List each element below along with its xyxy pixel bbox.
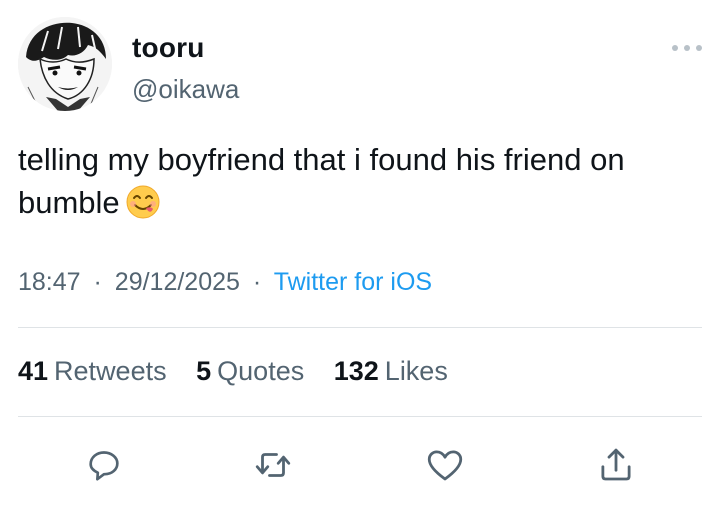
likes-stat[interactable]: 132 Likes — [334, 356, 448, 387]
quotes-label: Quotes — [217, 356, 305, 386]
tweet-source-link[interactable]: Twitter for iOS — [274, 268, 432, 296]
separator: · — [252, 268, 262, 296]
tweet-stats: 41 Retweets 5 Quotes 132 Likes — [18, 356, 470, 387]
tweet-card: tooru @oikawa telling my boyfriend that … — [0, 0, 720, 510]
avatar[interactable] — [18, 17, 112, 111]
like-button[interactable] — [420, 440, 470, 490]
tweet-date[interactable]: 29/12/2025 — [115, 268, 240, 296]
retweet-button[interactable] — [248, 440, 298, 490]
quotes-count: 5 — [196, 356, 212, 386]
author-name[interactable]: tooru — [132, 32, 205, 64]
reply-icon — [89, 451, 119, 481]
tweet-text: telling my boyfriend that i found his fr… — [18, 138, 708, 230]
action-bar — [0, 440, 720, 490]
more-horizontal-icon — [672, 45, 678, 51]
separator: · — [93, 268, 102, 296]
author-handle[interactable]: @oikawa — [132, 74, 239, 105]
likes-label: Likes — [384, 356, 448, 386]
retweets-label: Retweets — [54, 356, 167, 386]
tweet-text-content: telling my boyfriend that i found his fr… — [18, 142, 625, 220]
quotes-stat[interactable]: 5 Quotes — [196, 356, 304, 387]
share-button[interactable] — [591, 440, 641, 490]
retweets-stat[interactable]: 41 Retweets — [18, 356, 167, 387]
reply-button[interactable] — [79, 440, 129, 490]
likes-count: 132 — [333, 356, 379, 386]
divider — [18, 416, 702, 417]
face-savoring-food-icon — [126, 185, 160, 230]
more-options-button[interactable] — [672, 38, 702, 58]
share-icon — [601, 448, 631, 481]
heart-icon — [427, 450, 463, 481]
retweet-icon — [255, 453, 291, 477]
retweets-count: 41 — [18, 356, 49, 386]
avatar-illustration — [18, 17, 112, 111]
tweet-time[interactable]: 18:47 — [18, 268, 81, 296]
tweet-metadata: 18:47 · 29/12/2025 · Twitter for iOS — [18, 268, 432, 297]
divider — [18, 327, 702, 328]
